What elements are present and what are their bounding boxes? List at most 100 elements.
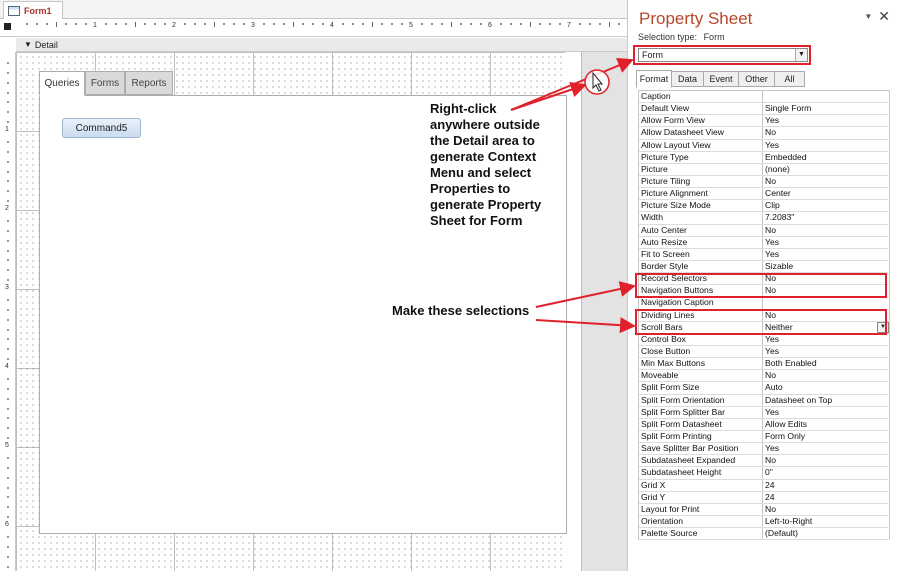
- property-value[interactable]: No: [763, 370, 890, 382]
- property-value[interactable]: No: [763, 455, 890, 467]
- command5-button[interactable]: Command5: [62, 118, 141, 138]
- property-row[interactable]: Allow Form View Yes: [639, 115, 890, 128]
- instruction-line: the Detail area to: [430, 133, 535, 148]
- property-row[interactable]: Width 7.2083": [639, 212, 890, 225]
- property-row[interactable]: Palette Source (Default): [639, 528, 890, 541]
- property-value[interactable]: 24: [763, 491, 890, 503]
- property-sheet-title: Property Sheet: [639, 9, 753, 28]
- property-value[interactable]: Yes: [763, 139, 890, 151]
- property-row[interactable]: Subdatasheet Expanded No: [639, 455, 890, 468]
- ruler-tick: [213, 22, 215, 27]
- form-selector-corner[interactable]: [4, 23, 11, 30]
- tab-data[interactable]: Data: [672, 71, 704, 87]
- property-value[interactable]: 0": [763, 467, 890, 479]
- property-value[interactable]: [763, 297, 890, 309]
- ruler-tick: [7, 170, 9, 173]
- instruction-line: generate Context: [430, 149, 537, 164]
- property-value[interactable]: 7.2083": [763, 212, 890, 224]
- property-row[interactable]: Split Form Printing Form Only: [639, 430, 890, 444]
- property-row[interactable]: Default View Single Form: [639, 103, 890, 116]
- property-value[interactable]: Embedded: [763, 151, 890, 163]
- property-row[interactable]: Fit to Screen Yes: [639, 248, 890, 261]
- property-row[interactable]: Allow Layout View Yes: [639, 139, 890, 152]
- property-row[interactable]: Auto Center No: [639, 224, 890, 237]
- property-row[interactable]: Picture Type Embedded: [639, 151, 890, 164]
- tab-forms[interactable]: Forms: [85, 71, 125, 95]
- property-value[interactable]: Single Form: [763, 103, 890, 115]
- ruler-tick: [193, 23, 196, 25]
- tab-form1[interactable]: Form1: [3, 1, 63, 20]
- property-value[interactable]: Datasheet on Top: [763, 394, 890, 406]
- ruler-tick: [233, 23, 236, 25]
- ruler-tick: [7, 387, 9, 390]
- property-value[interactable]: Yes: [763, 333, 890, 345]
- property-value[interactable]: Yes: [763, 248, 890, 260]
- detail-section-bar[interactable]: ▼ Detail: [16, 38, 627, 52]
- property-value[interactable]: No: [763, 224, 890, 236]
- property-row[interactable]: Control Box Yes: [639, 333, 890, 346]
- property-value[interactable]: 24: [763, 479, 890, 491]
- property-row[interactable]: Layout for Print No: [639, 503, 890, 516]
- outside-detail-area[interactable]: [581, 52, 627, 571]
- property-value[interactable]: (none): [763, 163, 890, 175]
- property-row[interactable]: Orientation Left-to-Right: [639, 515, 890, 529]
- ruler-number: 1: [5, 126, 9, 133]
- property-row[interactable]: Split Form Splitter Bar Yes: [639, 406, 890, 419]
- tab-format[interactable]: Format: [636, 70, 672, 88]
- tab-reports[interactable]: Reports: [125, 71, 173, 95]
- property-row[interactable]: Grid X 24: [639, 479, 890, 492]
- property-value[interactable]: Center: [763, 188, 890, 200]
- property-row[interactable]: Split Form Orientation Datasheet on Top: [639, 394, 890, 407]
- instruction-line: anywhere outside: [430, 117, 540, 132]
- property-name: Caption: [639, 91, 763, 103]
- property-row[interactable]: Split Form Size Auto: [639, 382, 890, 395]
- property-value[interactable]: Yes: [763, 443, 890, 455]
- ruler-tick: [282, 23, 285, 25]
- property-value[interactable]: Allow Edits: [763, 418, 890, 430]
- tab-event[interactable]: Event: [704, 71, 739, 87]
- property-row[interactable]: Allow Datasheet View No: [639, 127, 890, 140]
- ruler-tick: [272, 23, 275, 25]
- property-row[interactable]: Picture Size Mode Clip: [639, 200, 890, 213]
- tab-other[interactable]: Other: [739, 71, 775, 87]
- tab-queries[interactable]: Queries: [39, 71, 85, 96]
- property-value[interactable]: No: [763, 175, 890, 188]
- property-row[interactable]: Save Splitter Bar Position Yes: [639, 443, 890, 456]
- property-row[interactable]: Picture (none): [639, 163, 890, 176]
- property-row[interactable]: Picture Tiling No: [639, 175, 890, 189]
- property-value[interactable]: [763, 91, 890, 103]
- property-value[interactable]: (Default): [763, 528, 890, 540]
- property-row[interactable]: Split Form Datasheet Allow Edits: [639, 418, 890, 431]
- property-value[interactable]: Yes: [763, 236, 890, 248]
- section-collapse-icon: ▼: [24, 40, 32, 49]
- pane-options-icon[interactable]: ▼: [864, 12, 872, 21]
- property-name: Fit to Screen: [639, 248, 763, 260]
- property-row[interactable]: Border Style Sizable: [639, 260, 890, 274]
- tab-all[interactable]: All: [775, 71, 805, 87]
- tab-other-label: Other: [745, 74, 768, 84]
- property-value[interactable]: Yes: [763, 115, 890, 127]
- property-value[interactable]: Sizable: [763, 260, 890, 273]
- property-row[interactable]: Auto Resize Yes: [639, 236, 890, 249]
- property-value[interactable]: No: [763, 127, 890, 139]
- property-row[interactable]: Close Button Yes: [639, 345, 890, 359]
- property-value[interactable]: Form Only: [763, 430, 890, 443]
- property-row[interactable]: Caption: [639, 91, 890, 104]
- property-row[interactable]: Min Max Buttons Both Enabled: [639, 358, 890, 371]
- property-value[interactable]: Both Enabled: [763, 358, 890, 370]
- property-row[interactable]: Picture Alignment Center: [639, 188, 890, 201]
- property-row[interactable]: Navigation Caption: [639, 297, 890, 310]
- property-value[interactable]: No: [763, 503, 890, 515]
- close-icon[interactable]: ✕: [878, 9, 890, 23]
- property-value[interactable]: Yes: [763, 345, 890, 358]
- property-value[interactable]: Yes: [763, 406, 890, 418]
- ruler-tick: [559, 23, 562, 25]
- property-value[interactable]: Clip: [763, 200, 890, 212]
- property-row[interactable]: Moveable No: [639, 370, 890, 383]
- ruler-tick: [7, 417, 9, 420]
- property-value[interactable]: Auto: [763, 382, 890, 394]
- property-row[interactable]: Grid Y 24: [639, 491, 890, 504]
- property-value[interactable]: Left-to-Right: [763, 515, 890, 528]
- ruler-tick: [7, 328, 9, 331]
- property-row[interactable]: Subdatasheet Height 0": [639, 467, 890, 480]
